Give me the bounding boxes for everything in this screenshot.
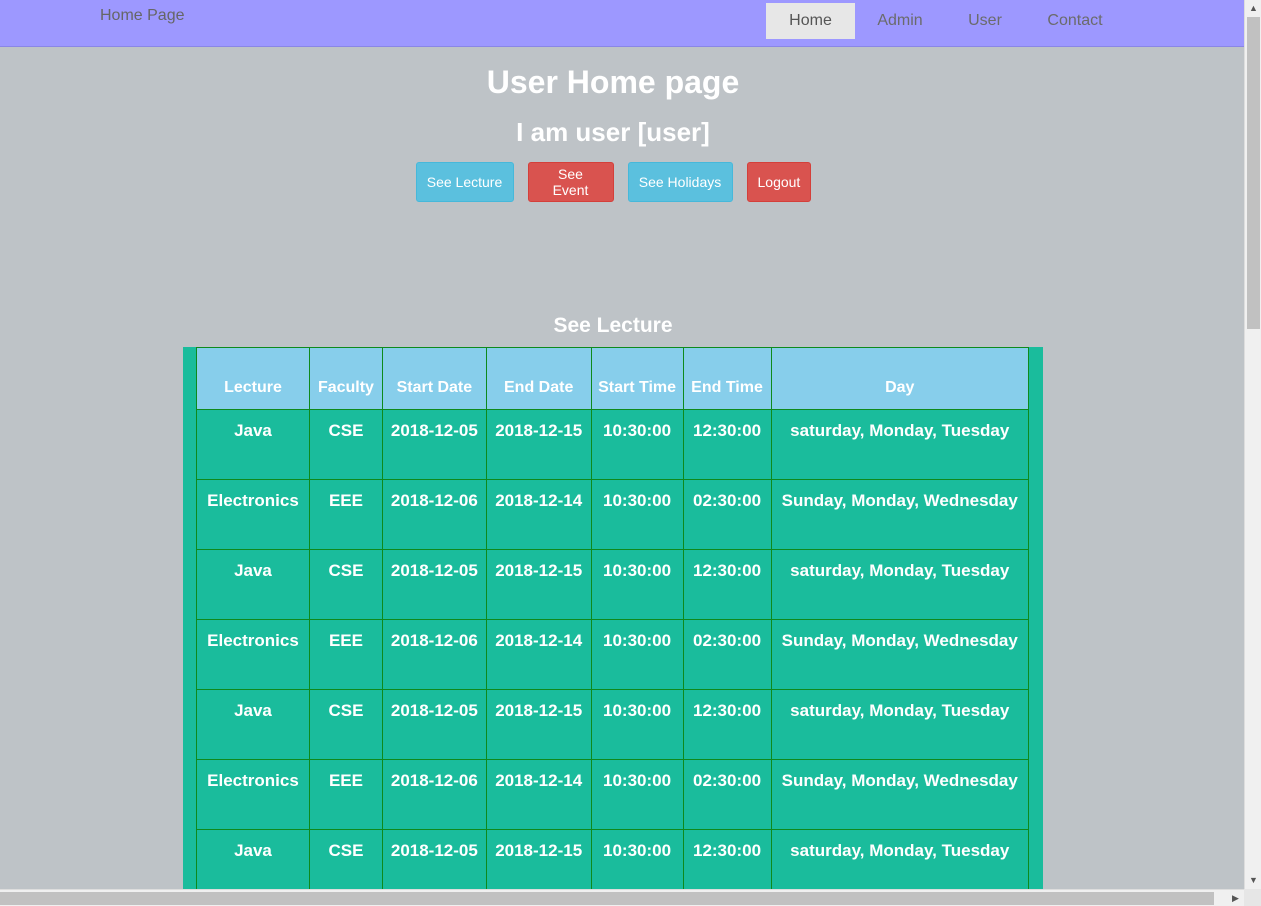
cell-end-time: 02:30:00 (682, 479, 772, 550)
cell-start-date: 2018-12-05 (381, 549, 487, 620)
cell-day: Sunday, Monday, Wednesday (770, 619, 1029, 690)
logout-button[interactable]: Logout (746, 162, 811, 202)
cell-end-time: 02:30:00 (682, 759, 772, 830)
table-row: Electronics EEE 2018-12-06 2018-12-14 10:30:… (196, 619, 1029, 690)
cell-day: Sunday, Monday, Wednesday (770, 479, 1029, 550)
column-header-end-date: End Date (485, 347, 592, 410)
lecture-table: Lecture Faculty Start Date End Date Star… (196, 347, 1029, 892)
cell-end-time: 02:30:00 (682, 619, 772, 690)
cell-lecture: Electronics (196, 619, 310, 690)
column-header-faculty: Faculty (308, 347, 383, 410)
cell-end-time: 12:30:00 (682, 829, 772, 892)
cell-start-date: 2018-12-06 (381, 759, 487, 830)
cell-start-time: 10:30:00 (590, 479, 684, 550)
table-row: Java CSE 2018-12-05 2018-12-15 10:30:00 12:30… (196, 409, 1029, 480)
cell-faculty: EEE (308, 759, 383, 830)
see-lecture-button[interactable]: See Lecture (415, 162, 514, 202)
cell-day: saturday, Monday, Tuesday (770, 549, 1029, 620)
cell-end-time: 12:30:00 (682, 689, 772, 760)
cell-end-date: 2018-12-14 (485, 759, 592, 830)
cell-faculty: CSE (308, 549, 383, 620)
scroll-up-icon[interactable]: ▲ (1245, 0, 1261, 17)
cell-start-time: 10:30:00 (590, 759, 684, 830)
cell-end-date: 2018-12-15 (485, 409, 592, 480)
action-buttons: See Lecture See Event See Holidays Logou… (0, 162, 1226, 202)
cell-day: saturday, Monday, Tuesday (770, 829, 1029, 892)
cell-day: Sunday, Monday, Wednesday (770, 759, 1029, 830)
cell-end-date: 2018-12-14 (485, 619, 592, 690)
nav-item-home[interactable]: Home (766, 3, 855, 39)
cell-end-date: 2018-12-15 (485, 689, 592, 760)
cell-start-date: 2018-12-05 (381, 409, 487, 480)
cell-faculty: EEE (308, 619, 383, 690)
nav-item-user[interactable]: User (945, 3, 1025, 39)
see-event-button[interactable]: See Event (527, 162, 614, 202)
brand-link[interactable]: Home Page (100, 7, 185, 25)
column-header-start-time: Start Time (590, 347, 684, 410)
cell-start-time: 10:30:00 (590, 619, 684, 690)
section-title: See Lecture (553, 314, 673, 337)
cell-end-date: 2018-12-14 (485, 479, 592, 550)
column-header-start-date: Start Date (381, 347, 487, 410)
column-header-lecture: Lecture (196, 347, 310, 410)
scroll-right-icon[interactable]: ▶ (1227, 890, 1244, 906)
nav-item-contact[interactable]: Contact (1025, 3, 1125, 39)
nav-menu: Home Admin User Contact (766, 3, 1125, 39)
cell-end-date: 2018-12-15 (485, 549, 592, 620)
cell-faculty: EEE (308, 479, 383, 550)
cell-start-time: 10:30:00 (590, 549, 684, 620)
cell-faculty: CSE (308, 829, 383, 892)
top-navbar: Home Page Home Admin User Contact (0, 0, 1244, 47)
cell-lecture: Electronics (196, 759, 310, 830)
cell-end-date: 2018-12-15 (485, 829, 592, 892)
cell-start-time: 10:30:00 (590, 689, 684, 760)
user-greeting: I am user [user] (516, 117, 710, 147)
table-row: Electronics EEE 2018-12-06 2018-12-14 10:30:… (196, 479, 1029, 550)
cell-lecture: Java (196, 829, 310, 892)
scrollbar-corner (1244, 889, 1261, 906)
scroll-down-icon[interactable]: ▼ (1245, 872, 1261, 889)
table-row: Java CSE 2018-12-05 2018-12-15 10:30:00 12:30… (196, 829, 1029, 892)
cell-start-date: 2018-12-06 (381, 619, 487, 690)
cell-day: saturday, Monday, Tuesday (770, 409, 1029, 480)
cell-lecture: Java (196, 409, 310, 480)
table-row: Electronics EEE 2018-12-06 2018-12-14 10:30:… (196, 759, 1029, 830)
cell-end-time: 12:30:00 (682, 409, 772, 480)
table-header-row: Lecture Faculty Start Date End Date Star… (196, 347, 1029, 410)
cell-lecture: Electronics (196, 479, 310, 550)
column-header-day: Day (770, 347, 1029, 410)
cell-day: saturday, Monday, Tuesday (770, 689, 1029, 760)
cell-start-date: 2018-12-06 (381, 479, 487, 550)
column-header-end-time: End Time (682, 347, 772, 410)
cell-start-date: 2018-12-05 (381, 689, 487, 760)
cell-start-time: 10:30:00 (590, 829, 684, 892)
see-holidays-button[interactable]: See Holidays (627, 162, 733, 202)
cell-lecture: Java (196, 689, 310, 760)
page-title: User Home page (486, 64, 740, 100)
horizontal-scroll-thumb[interactable] (0, 892, 1214, 905)
vertical-scroll-thumb[interactable] (1247, 17, 1260, 329)
cell-faculty: CSE (308, 409, 383, 480)
cell-lecture: Java (196, 549, 310, 620)
nav-item-admin[interactable]: Admin (855, 3, 945, 39)
cell-start-time: 10:30:00 (590, 409, 684, 480)
horizontal-scrollbar[interactable]: ▶ (0, 889, 1244, 906)
lecture-table-container: Lecture Faculty Start Date End Date Star… (183, 347, 1043, 892)
table-row: Java CSE 2018-12-05 2018-12-15 10:30:00 12:30… (196, 549, 1029, 620)
cell-end-time: 12:30:00 (682, 549, 772, 620)
cell-start-date: 2018-12-05 (381, 829, 487, 892)
vertical-scrollbar[interactable]: ▲ ▼ (1244, 0, 1261, 889)
cell-faculty: CSE (308, 689, 383, 760)
table-row: Java CSE 2018-12-05 2018-12-15 10:30:00 12:30… (196, 689, 1029, 760)
table-body: Java CSE 2018-12-05 2018-12-15 10:30:00 12:30… (196, 409, 1029, 892)
